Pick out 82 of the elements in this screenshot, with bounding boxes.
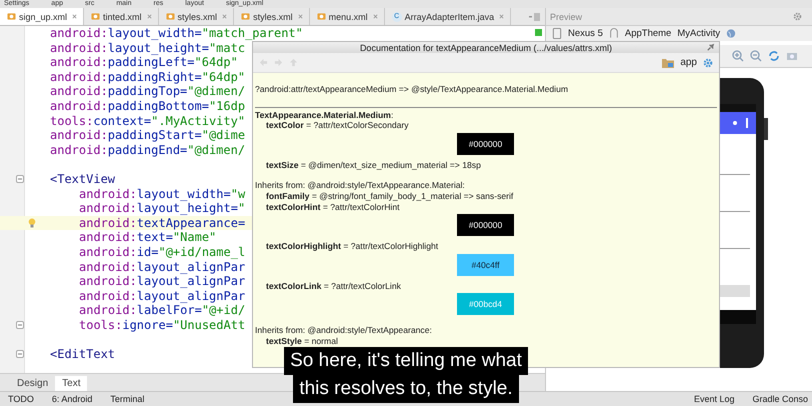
- color-swatch: #40c4ff: [457, 254, 514, 276]
- device-dropdown[interactable]: Nexus 5: [568, 28, 603, 39]
- code-line: android:paddingRight="64dp": [50, 70, 246, 84]
- fold-icon[interactable]: [16, 320, 24, 329]
- status-marker-icon: [535, 29, 542, 36]
- editor-mode-tab[interactable]: Design: [10, 376, 56, 391]
- tool-window-button[interactable]: 6: Android: [52, 394, 92, 404]
- xml-file-icon: [91, 12, 100, 21]
- zoom-in-icon[interactable]: [732, 50, 744, 62]
- color-swatch: #000000: [457, 132, 514, 155]
- camera-icon[interactable]: [786, 50, 798, 62]
- code-line: android:paddingStart="@dime: [50, 128, 246, 143]
- code-line: android:layout_height=": [79, 201, 246, 216]
- tool-window-button[interactable]: Terminal: [110, 394, 144, 404]
- file-tab[interactable]: menu.xml: [310, 8, 385, 25]
- tool-window-button[interactable]: Gradle Conso: [752, 394, 808, 404]
- orientation-icon[interactable]: [608, 28, 619, 39]
- code-line: android:textAppearance=: [79, 216, 246, 230]
- code-line: android:paddingTop="@dimen/: [50, 84, 246, 99]
- settings-icon[interactable]: [703, 58, 713, 68]
- code-line: android:layout_width="match_parent": [50, 26, 303, 41]
- style-heading: TextAppearance.Material.Medium:: [255, 110, 394, 120]
- close-icon[interactable]: [499, 14, 504, 19]
- theme-dropdown[interactable]: AppTheme: [624, 28, 672, 39]
- tab-menu-icon[interactable]: [529, 12, 541, 20]
- file-tab[interactable]: styles.xml: [234, 8, 310, 25]
- refresh-icon[interactable]: [768, 50, 780, 62]
- color-swatch: #00bcd4: [457, 293, 514, 316]
- code-line: android:paddingBottom="16dp: [50, 98, 246, 114]
- settings-icon[interactable]: [793, 12, 802, 21]
- code-line: android:layout_alignPar: [79, 260, 246, 274]
- code-line: tools:context=".MyActivity": [50, 114, 246, 128]
- code-line: android:paddingLeft="64dp": [50, 55, 238, 70]
- pin-icon[interactable]: [706, 43, 715, 52]
- style-property: textColorLink = ?attr/textColorLink: [265, 280, 402, 292]
- fold-icon[interactable]: [16, 350, 24, 358]
- close-icon[interactable]: [222, 14, 228, 19]
- device-icon[interactable]: [552, 28, 562, 39]
- close-icon[interactable]: [372, 14, 378, 19]
- tool-window-button[interactable]: Event Log: [694, 394, 734, 404]
- xml-file-icon: [166, 12, 175, 21]
- lightbulb-icon[interactable]: [28, 218, 36, 228]
- activity-dropdown[interactable]: MyActivity: [677, 28, 720, 39]
- close-icon[interactable]: [72, 14, 78, 19]
- fold-icon[interactable]: [16, 174, 24, 183]
- code-line: android:layout_height="matc: [50, 40, 246, 56]
- style-property: textStyle = normal: [265, 336, 339, 347]
- code-line: android:layout_alignPar: [79, 288, 246, 304]
- code-line: android:layout_width="w: [79, 186, 246, 202]
- panel-title: Preview: [550, 12, 582, 22]
- code-line: android:id="@+id/name_l: [79, 244, 246, 260]
- code-line: android:paddingEnd="@dimen/: [50, 142, 246, 158]
- style-property: textColorHint = ?attr/textColorHint: [265, 202, 400, 212]
- close-icon[interactable]: [298, 14, 303, 19]
- style-property: textColor = ?attr/textColorSecondary: [265, 120, 410, 131]
- code-line: <EditText: [50, 347, 116, 362]
- style-property: fontFamily = @string/font_family_body_1_material => sans-serif: [265, 190, 514, 202]
- file-tab[interactable]: styles.xml: [158, 8, 234, 25]
- file-tab[interactable]: sign_up.xml: [0, 8, 84, 25]
- code-line: android:layout_alignPar: [79, 274, 246, 289]
- close-icon[interactable]: [146, 14, 152, 19]
- resolved-reference: ?android:attr/textAppearanceMedium => @style/TextAppearance.Material.Medium: [255, 84, 570, 95]
- zoom-out-icon[interactable]: [750, 50, 762, 62]
- code-line: android:labelFor="@+id/: [79, 303, 246, 318]
- xml-file-icon: [7, 12, 16, 21]
- style-property: textSize = @dimen/text_size_medium_material => 18sp: [265, 160, 482, 170]
- globe-icon[interactable]: [726, 28, 736, 39]
- color-swatch: #000000: [457, 214, 514, 236]
- popup-title: Documentation for textAppearanceMedium (.../values/attrs.xml): [360, 42, 612, 52]
- style-property: textColorHighlight = ?attr/textColorHighlight: [265, 241, 440, 252]
- code-line: android:text="Name": [79, 230, 216, 245]
- code-line: tools:ignore="UnusedAtt: [79, 318, 246, 332]
- editor-mode-tab[interactable]: Text: [55, 376, 88, 391]
- folder-icon: [662, 58, 674, 68]
- xml-file-icon: [241, 12, 250, 21]
- project-label[interactable]: app: [680, 57, 697, 68]
- style-heading: Inherits from: @android:style/TextAppearance.Material:: [255, 180, 466, 191]
- xml-file-icon: [316, 12, 326, 21]
- file-tab[interactable]: tinted.xml: [84, 8, 159, 25]
- style-heading: Inherits from: @android:style/TextAppearance:: [255, 325, 433, 336]
- tool-window-button[interactable]: TODO: [8, 394, 34, 404]
- code-line: <TextView: [50, 172, 116, 187]
